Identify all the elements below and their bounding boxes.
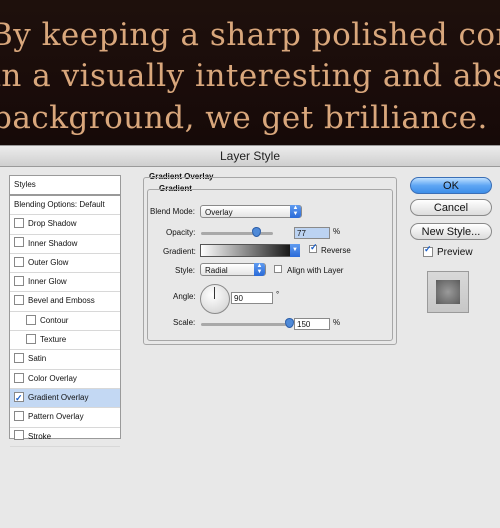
blend-mode-select[interactable]: Overlay ▲ ▼	[200, 205, 302, 218]
chevron-updown-icon: ▲ ▼	[290, 205, 301, 218]
chevron-down-icon: ▼	[290, 244, 300, 257]
style-item-label: Satin	[28, 354, 47, 364]
gradient-overlay-panel: Gradient Overlay Gradient Blend Mode: Ov…	[143, 169, 397, 345]
checkbox[interactable]	[14, 218, 24, 229]
checkbox[interactable]	[14, 430, 24, 441]
style-label: Style:	[175, 266, 196, 275]
checkbox[interactable]	[14, 276, 24, 287]
style-value: Radial	[205, 266, 228, 275]
checkbox[interactable]	[14, 372, 24, 383]
angle-unit: °	[276, 290, 280, 299]
hero-text-line-2: in a visually interesting and abstract	[0, 58, 500, 94]
ok-button[interactable]: OK	[410, 177, 492, 194]
dialog-title: Layer Style	[0, 146, 500, 167]
angle-label: Angle:	[173, 292, 196, 301]
style-item-inner-glow[interactable]: Inner Glow	[10, 273, 120, 293]
reverse-checkbox[interactable]	[309, 242, 318, 253]
gradient-label: Gradient:	[163, 247, 196, 256]
style-item-pattern-overlay[interactable]: Pattern Overlay	[10, 408, 120, 428]
style-item-label: Pattern Overlay	[28, 412, 84, 422]
layer-style-dialog: Layer Style Styles Blending Options: Def…	[0, 145, 500, 528]
blend-mode-label: Blend Mode:	[150, 207, 195, 216]
scale-label: Scale:	[173, 318, 196, 327]
background-artwork: By keeping a sharp polished content in a…	[0, 0, 500, 145]
style-item-label: Outer Glow	[28, 257, 69, 267]
styles-header-label: Styles	[14, 180, 36, 189]
new-style-button[interactable]: New Style...	[410, 223, 492, 240]
checkbox[interactable]	[14, 411, 24, 422]
angle-dial[interactable]	[200, 284, 230, 314]
scale-unit: %	[333, 318, 341, 327]
style-item-contour[interactable]: Contour	[10, 312, 120, 332]
scale-input[interactable]: 150	[294, 318, 330, 330]
style-select[interactable]: Radial ▲ ▼	[200, 263, 266, 276]
opacity-slider[interactable]	[201, 232, 273, 235]
style-item-label: Stroke	[28, 431, 52, 441]
style-item-bevel-and-emboss[interactable]: Bevel and Emboss	[10, 292, 120, 312]
checkbox[interactable]	[14, 295, 24, 306]
reverse-label: Reverse	[321, 246, 351, 255]
styles-list: Styles Blending Options: Default Drop Sha…	[9, 175, 121, 447]
styles-header: Styles	[10, 176, 120, 196]
style-item-inner-shadow[interactable]: Inner Shadow	[10, 235, 120, 254]
style-item-gradient-overlay[interactable]: Gradient Overlay	[10, 389, 120, 409]
align-with-layer-label: Align with Layer	[287, 266, 344, 275]
style-item-label: Blending Options: Default	[14, 200, 105, 209]
checkbox[interactable]	[14, 237, 24, 248]
style-item-outer-glow[interactable]: Outer Glow	[10, 254, 120, 274]
chevron-updown-icon: ▲ ▼	[254, 263, 265, 276]
checkbox[interactable]	[14, 256, 24, 267]
style-item-label: Inner Glow	[28, 277, 67, 287]
opacity-input[interactable]: 77	[294, 227, 330, 239]
opacity-label: Opacity:	[166, 228, 196, 237]
align-with-layer-checkbox[interactable]	[274, 265, 282, 273]
style-preview-image	[436, 280, 460, 304]
checkbox[interactable]	[14, 353, 24, 364]
style-item-label: Drop Shadow	[28, 219, 77, 229]
style-item-satin[interactable]: Satin	[10, 350, 120, 370]
cancel-button[interactable]: Cancel	[410, 199, 492, 216]
style-item-label: Color Overlay	[28, 373, 77, 383]
style-item-drop-shadow[interactable]: Drop Shadow	[10, 215, 120, 235]
style-item-blending-options-default[interactable]: Blending Options: Default	[10, 196, 120, 216]
style-preview-swatch	[427, 271, 469, 313]
style-item-stroke[interactable]: Stroke	[10, 428, 120, 447]
check-icon[interactable]	[14, 389, 24, 407]
style-item-label: Bevel and Emboss	[28, 296, 95, 306]
preview-checkbox[interactable]	[423, 244, 433, 257]
style-item-label: Gradient Overlay	[28, 392, 89, 402]
angle-needle	[214, 287, 215, 299]
checkbox[interactable]	[26, 333, 36, 344]
style-item-color-overlay[interactable]: Color Overlay	[10, 370, 120, 389]
hero-text-line-1: By keeping a sharp polished content	[0, 17, 500, 53]
checkbox[interactable]	[26, 314, 36, 325]
preview-label: Preview	[437, 247, 473, 258]
opacity-unit: %	[333, 227, 341, 236]
style-item-label: Texture	[40, 335, 67, 345]
gradient-picker[interactable]: ▼	[200, 244, 300, 257]
blend-mode-value: Overlay	[205, 208, 233, 217]
style-item-texture[interactable]: Texture	[10, 331, 120, 351]
hero-text-line-3: background, we get brilliance.	[0, 100, 488, 136]
style-item-label: Contour	[40, 315, 69, 325]
style-item-label: Inner Shadow	[28, 238, 78, 248]
angle-input[interactable]: 90	[231, 292, 273, 304]
scale-slider[interactable]	[201, 323, 291, 326]
